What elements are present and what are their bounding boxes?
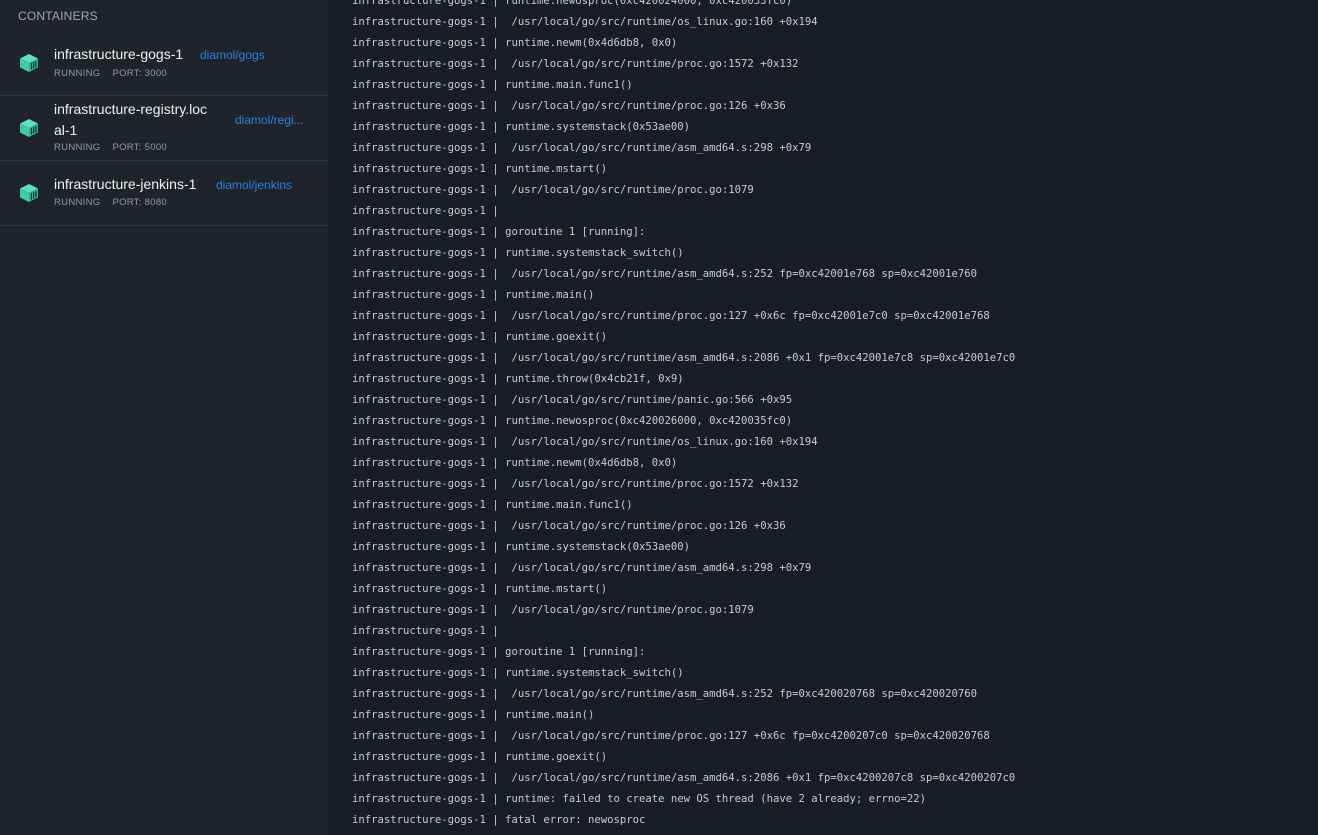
log-line: infrastructure-gogs-1 | /usr/local/go/sr…	[352, 688, 978, 700]
log-line: infrastructure-gogs-1 | runtime.newm(0x4…	[352, 457, 678, 469]
container-name: infrastructure-gogs-1	[54, 46, 184, 62]
log-line: infrastructure-gogs-1 | /usr/local/go/sr…	[352, 562, 812, 574]
status-label: RUNNING	[54, 197, 101, 208]
log-line: infrastructure-gogs-1 | runtime: failed …	[352, 793, 927, 805]
container-item-jenkins[interactable]: infrastructure-jenkins-1 diamol/jenkins …	[0, 161, 328, 226]
container-cube-icon	[20, 54, 38, 72]
log-line: infrastructure-gogs-1 |	[352, 625, 499, 637]
log-line: infrastructure-gogs-1 | /usr/local/go/sr…	[352, 100, 786, 112]
log-line: infrastructure-gogs-1 | runtime.main()	[352, 289, 595, 301]
log-line: infrastructure-gogs-1 | /usr/local/go/sr…	[352, 142, 812, 154]
container-cube-icon	[20, 184, 38, 202]
log-line: infrastructure-gogs-1 | /usr/local/go/sr…	[352, 520, 786, 532]
log-viewer[interactable]: infrastructure-gogs-1 | runtime.newospro…	[328, 0, 1318, 835]
container-name: infrastructure-registry.loc al-1	[54, 99, 207, 141]
log-line: infrastructure-gogs-1 | runtime.mstart()	[352, 163, 608, 175]
container-item-gogs[interactable]: infrastructure-gogs-1 diamol/gogs RUNNIN…	[0, 32, 328, 96]
container-status: RUNNING PORT: 3000	[54, 68, 167, 79]
log-line: infrastructure-gogs-1 | runtime.systemst…	[352, 667, 684, 679]
log-line: infrastructure-gogs-1 | runtime.goexit()	[352, 331, 608, 343]
log-line: infrastructure-gogs-1 | runtime.main()	[352, 709, 595, 721]
log-line: infrastructure-gogs-1 | runtime.main.fun…	[352, 79, 633, 91]
container-name-line2: al-1	[54, 122, 78, 138]
log-line: infrastructure-gogs-1 | goroutine 1 [run…	[352, 226, 646, 238]
port-label: PORT: 3000	[112, 68, 168, 79]
container-image-link[interactable]: diamol/gogs	[200, 47, 265, 63]
log-line: infrastructure-gogs-1 | /usr/local/go/sr…	[352, 604, 754, 616]
log-line: infrastructure-gogs-1 | runtime.goexit()	[352, 751, 608, 763]
log-line: infrastructure-gogs-1 | /usr/local/go/sr…	[352, 352, 1016, 364]
container-name-line1: infrastructure-registry.loc	[54, 101, 208, 117]
port-label: PORT: 5000	[112, 142, 168, 153]
log-line: infrastructure-gogs-1 | /usr/local/go/sr…	[352, 394, 793, 406]
log-line: infrastructure-gogs-1 | runtime.systemst…	[352, 121, 691, 133]
log-line: infrastructure-gogs-1 | runtime.throw(0x…	[352, 373, 684, 385]
log-line: infrastructure-gogs-1 | runtime.newospro…	[352, 415, 793, 427]
container-image-link[interactable]: diamol/regi...	[235, 112, 304, 128]
sidebar-title: CONTAINERS	[18, 9, 98, 23]
log-line: infrastructure-gogs-1 | runtime.newm(0x4…	[352, 37, 678, 49]
log-line: infrastructure-gogs-1 | /usr/local/go/sr…	[352, 772, 1016, 784]
status-label: RUNNING	[54, 68, 101, 79]
container-name: infrastructure-jenkins-1	[54, 176, 197, 192]
log-line: infrastructure-gogs-1 | /usr/local/go/sr…	[352, 58, 799, 70]
container-status: RUNNING PORT: 8080	[54, 197, 167, 208]
log-line: infrastructure-gogs-1 | /usr/local/go/sr…	[352, 184, 754, 196]
container-image-link[interactable]: diamol/jenkins	[216, 177, 292, 193]
log-line: infrastructure-gogs-1 | /usr/local/go/sr…	[352, 436, 818, 448]
log-line: infrastructure-gogs-1 | runtime.mstart()	[352, 583, 608, 595]
containers-sidebar: CONTAINERS infrastructure-gogs-1 diamol/…	[0, 0, 328, 835]
log-line: infrastructure-gogs-1 | runtime.main.fun…	[352, 499, 633, 511]
log-line: infrastructure-gogs-1 | runtime.newospro…	[352, 0, 793, 7]
log-line: infrastructure-gogs-1 | /usr/local/go/sr…	[352, 16, 818, 28]
container-item-registry[interactable]: infrastructure-registry.loc al-1 diamol/…	[0, 96, 328, 161]
log-line: infrastructure-gogs-1 |	[352, 205, 499, 217]
status-label: RUNNING	[54, 142, 101, 153]
log-line: infrastructure-gogs-1 | fatal error: new…	[352, 814, 646, 826]
log-line: infrastructure-gogs-1 | /usr/local/go/sr…	[352, 730, 990, 742]
container-status: RUNNING PORT: 5000	[54, 142, 167, 153]
log-line: infrastructure-gogs-1 | runtime.systemst…	[352, 247, 684, 259]
log-line: infrastructure-gogs-1 | goroutine 1 [run…	[352, 646, 646, 658]
log-line: infrastructure-gogs-1 | /usr/local/go/sr…	[352, 478, 799, 490]
log-line: infrastructure-gogs-1 | runtime.systemst…	[352, 541, 691, 553]
port-label: PORT: 8080	[112, 197, 168, 208]
log-line: infrastructure-gogs-1 | /usr/local/go/sr…	[352, 268, 978, 280]
log-lines: infrastructure-gogs-1 | runtime.newospro…	[352, 0, 1015, 831]
container-cube-icon	[20, 119, 38, 137]
log-line: infrastructure-gogs-1 | /usr/local/go/sr…	[352, 310, 990, 322]
